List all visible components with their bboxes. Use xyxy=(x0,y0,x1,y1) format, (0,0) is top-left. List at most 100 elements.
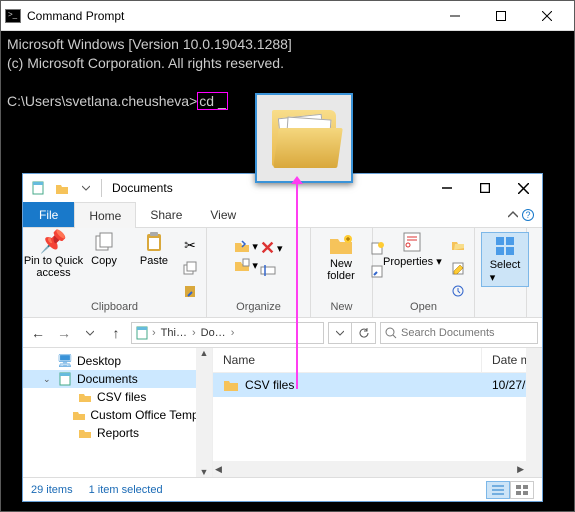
history-button[interactable] xyxy=(448,281,468,301)
list-item[interactable]: CSV files 10/27/2 xyxy=(213,373,542,397)
folder-icon xyxy=(55,181,69,195)
properties-button[interactable]: Properties ▾ xyxy=(379,229,446,270)
paste-shortcut-icon xyxy=(183,284,197,298)
quick-access-toolbar xyxy=(27,177,97,199)
file-name: CSV files xyxy=(245,378,294,392)
document-icon xyxy=(134,325,150,341)
ribbon-group-clipboard: 📌 Pin to Quick access Copy Paste ✂ Clip xyxy=(23,228,207,317)
view-tab[interactable]: View xyxy=(196,202,250,227)
home-tab[interactable]: Home xyxy=(74,202,136,228)
paste-button[interactable]: Paste xyxy=(130,229,178,269)
column-header-name[interactable]: Name xyxy=(213,348,482,372)
file-tab[interactable]: File xyxy=(23,202,74,227)
select-icon xyxy=(494,235,516,257)
expander-collapse-icon[interactable]: ⌄ xyxy=(43,374,53,385)
nav-recent-button[interactable] xyxy=(79,322,101,344)
open-button[interactable] xyxy=(448,235,468,255)
cmd-cursor: _ xyxy=(218,93,226,109)
share-tab[interactable]: Share xyxy=(136,202,196,227)
paste-shortcut-button[interactable] xyxy=(180,281,200,301)
ribbon-group-label xyxy=(481,301,520,313)
file-list-header: Name Date m xyxy=(213,348,542,373)
view-icons-button[interactable] xyxy=(510,481,534,499)
breadcrumb[interactable]: Thi… xyxy=(158,327,190,339)
tree-item-templates[interactable]: Custom Office Templa xyxy=(23,406,212,424)
cmd-minimize-button[interactable] xyxy=(432,1,478,31)
maximize-icon xyxy=(496,11,506,21)
search-input[interactable]: Search Documents xyxy=(380,322,538,344)
status-selected: 1 item selected xyxy=(89,484,163,496)
ribbon-group-new: New folder New xyxy=(311,228,373,317)
cmd-title: Command Prompt xyxy=(27,9,432,23)
cmd-typed-highlight: cd _ xyxy=(197,92,227,110)
tree-item-desktop[interactable]: 🖥 Desktop xyxy=(23,352,212,370)
copy-to-icon xyxy=(234,257,250,273)
button-label: Pin to Quick access xyxy=(24,255,83,279)
cmd-prompt: C:\Users\svetlana.cheusheva> xyxy=(7,93,197,109)
copy-button[interactable]: Copy xyxy=(80,229,128,269)
copy-icon xyxy=(93,231,115,253)
history-icon xyxy=(451,284,465,298)
rename-button[interactable] xyxy=(260,262,283,278)
tree-item-csv[interactable]: CSV files xyxy=(23,388,212,406)
breadcrumb[interactable]: Do… xyxy=(198,327,229,339)
scroll-left-icon: ◀ xyxy=(215,464,222,475)
edit-button[interactable] xyxy=(448,258,468,278)
qat-customize-button[interactable] xyxy=(75,177,97,199)
navpane-scrollbar[interactable]: ▲▼ xyxy=(196,348,212,477)
explorer-maximize-button[interactable] xyxy=(466,174,504,202)
file-name-cell: CSV files xyxy=(213,373,482,397)
delete-button[interactable]: ✕ ▾ xyxy=(260,238,283,259)
qat-properties-button[interactable] xyxy=(27,177,49,199)
cmd-titlebar[interactable]: Command Prompt xyxy=(1,1,574,31)
chevron-down-icon xyxy=(82,184,90,192)
file-list[interactable]: Name Date m CSV files 10/27/2 ◀▶ xyxy=(213,348,542,477)
rename-icon xyxy=(260,262,276,278)
vertical-scrollbar[interactable] xyxy=(526,348,542,477)
address-history-button[interactable] xyxy=(328,322,352,344)
copy-path-button[interactable] xyxy=(180,258,200,278)
folder-icon xyxy=(223,377,239,393)
select-button[interactable]: Select▾ xyxy=(481,232,529,287)
edit-icon xyxy=(451,261,465,275)
nav-up-button[interactable]: ↑ xyxy=(105,322,127,344)
nav-forward-button[interactable]: → xyxy=(53,322,75,344)
new-folder-icon xyxy=(329,234,353,256)
navigation-pane[interactable]: 🖥 Desktop ⌄ Documents CSV files Custom O… xyxy=(23,348,213,477)
nav-back-button[interactable]: ← xyxy=(27,322,49,344)
tree-item-documents[interactable]: ⌄ Documents xyxy=(23,370,212,388)
refresh-button[interactable] xyxy=(352,322,376,344)
explorer-minimize-button[interactable] xyxy=(428,174,466,202)
desktop-icon: 🖥 xyxy=(57,353,73,369)
explorer-close-button[interactable] xyxy=(504,174,542,202)
minimize-icon xyxy=(442,183,452,193)
button-label: Copy xyxy=(91,255,117,267)
button-label: Select▾ xyxy=(490,259,521,284)
cmd-maximize-button[interactable] xyxy=(478,1,524,31)
tree-label: Reports xyxy=(97,426,139,440)
view-details-button[interactable] xyxy=(486,481,510,499)
navigation-bar: ← → ↑ › Thi… › Do… › Search Documents xyxy=(23,318,542,348)
qat-newfolder-button[interactable] xyxy=(51,177,73,199)
move-to-button[interactable]: ▾ xyxy=(234,238,258,254)
horizontal-scrollbar[interactable]: ◀▶ xyxy=(213,461,526,477)
cmd-close-button[interactable] xyxy=(524,1,570,31)
chevron-up-icon xyxy=(508,210,518,220)
scissors-icon: ✂ xyxy=(184,237,196,254)
cut-button[interactable]: ✂ xyxy=(180,235,200,255)
document-icon xyxy=(57,371,73,387)
new-folder-button[interactable]: New folder xyxy=(317,232,365,284)
annotation-arrow xyxy=(296,183,298,389)
search-placeholder: Search Documents xyxy=(401,327,495,339)
copy-to-button[interactable]: ▾ xyxy=(234,257,258,273)
cmd-typed: cd xyxy=(199,93,218,109)
drag-ghost-folder: a, xyxy=(255,93,353,183)
delete-icon: ✕ xyxy=(260,238,275,259)
tree-item-reports[interactable]: Reports xyxy=(23,424,212,442)
pin-to-quick-access-button[interactable]: 📌 Pin to Quick access xyxy=(29,229,78,281)
tree-label: Desktop xyxy=(77,354,121,368)
minimize-icon xyxy=(450,11,460,21)
details-view-icon xyxy=(492,485,504,495)
scroll-right-icon: ▶ xyxy=(517,464,524,475)
ribbon-collapse-button[interactable]: ? xyxy=(500,202,542,227)
